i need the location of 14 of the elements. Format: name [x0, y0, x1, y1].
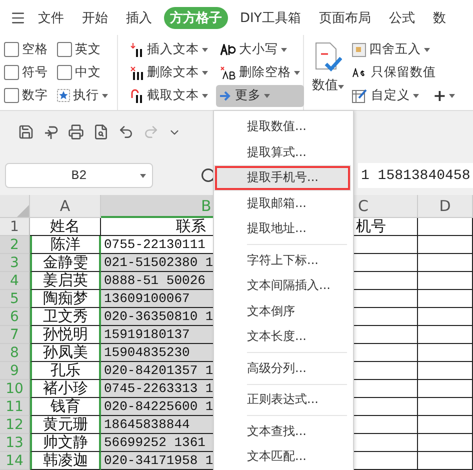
table-cell: 姓名: [30, 218, 101, 236]
table-cell: 孙悦明: [30, 326, 101, 344]
table-cell: 陈洋: [30, 236, 101, 254]
table-cell: 孙凤美: [30, 344, 101, 362]
table-cell: 陶痴梦: [30, 290, 101, 308]
table-cell: 钱育: [30, 398, 101, 416]
table-cell: 金静雯: [30, 254, 101, 272]
table-cell: 姜启英: [30, 272, 101, 290]
table-cell: 黄元珊: [30, 416, 101, 434]
table-cell: 帅文静: [30, 434, 101, 452]
table-cell: 韩凌迦: [30, 452, 101, 470]
table-cell: 褚小珍: [30, 380, 101, 398]
table-cell: 孔乐: [30, 362, 101, 380]
table-cell: 卫文秀: [30, 308, 101, 326]
